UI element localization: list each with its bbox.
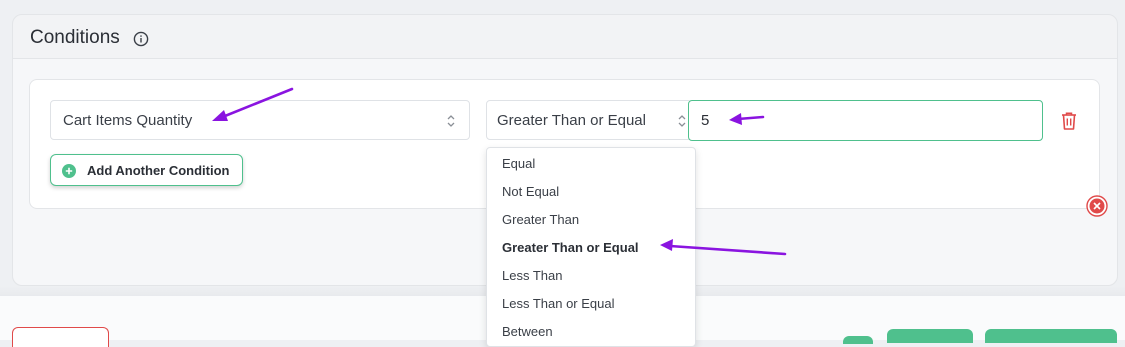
panel-title: Conditions	[30, 27, 120, 48]
condition-operator-value: Greater Than or Equal	[497, 112, 646, 129]
trash-icon[interactable]	[1060, 111, 1078, 131]
chevron-updown-icon	[447, 115, 455, 127]
dropdown-option[interactable]: Less Than	[502, 268, 562, 283]
close-circle-icon[interactable]	[1086, 195, 1108, 217]
condition-value-text: 5	[701, 112, 710, 129]
condition-operator-select[interactable]: Greater Than or Equal	[486, 100, 692, 140]
footer-toggle[interactable]	[843, 336, 873, 344]
dropdown-option[interactable]: Equal	[502, 156, 535, 171]
condition-field-value: Cart Items Quantity	[63, 112, 193, 129]
plus-circle-icon	[62, 164, 76, 178]
add-condition-button[interactable]: Add Another Condition	[50, 154, 243, 186]
operator-dropdown-menu: Equal Not Equal Greater Than Greater Tha…	[486, 147, 696, 347]
dropdown-option[interactable]: Not Equal	[502, 184, 559, 199]
add-condition-label: Add Another Condition	[87, 163, 230, 178]
chevron-updown-icon	[678, 115, 686, 127]
info-icon[interactable]	[133, 31, 149, 47]
panel-header: Conditions	[13, 15, 1117, 59]
footer-primary-button[interactable]	[887, 329, 973, 343]
dropdown-option[interactable]: Between	[502, 324, 553, 339]
footer-primary-button-wide[interactable]	[985, 329, 1117, 343]
dropdown-option[interactable]: Greater Than	[502, 212, 579, 227]
condition-value-input[interactable]: 5	[688, 100, 1043, 141]
footer-danger-button[interactable]	[12, 327, 109, 347]
dropdown-option[interactable]: Less Than or Equal	[502, 296, 615, 311]
condition-field-select[interactable]: Cart Items Quantity	[50, 100, 470, 140]
dropdown-option-selected[interactable]: Greater Than or Equal	[502, 240, 639, 255]
